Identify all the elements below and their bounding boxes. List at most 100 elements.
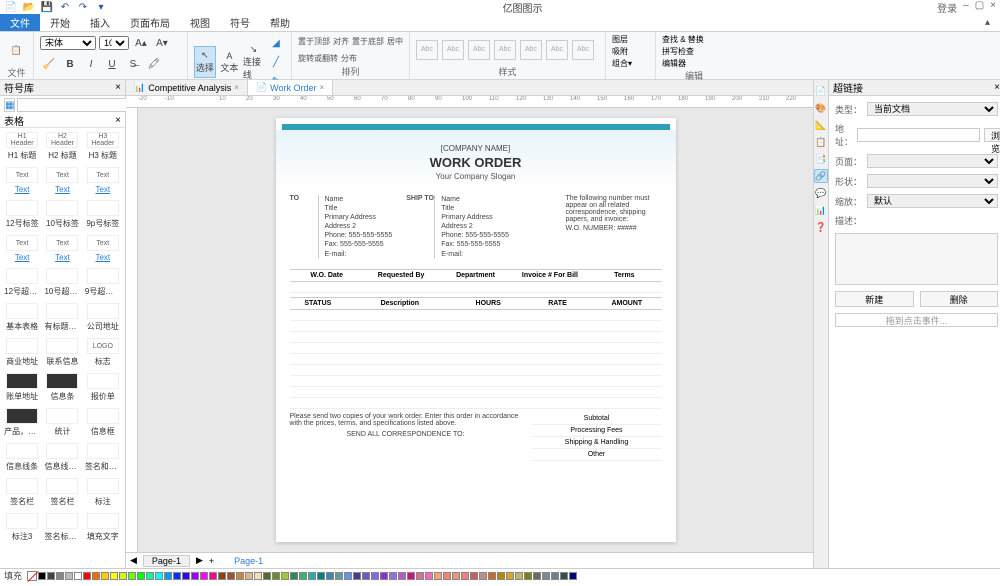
- lib-item[interactable]: 标注: [85, 478, 121, 507]
- color-swatch[interactable]: [308, 572, 316, 580]
- rstrip-icon-8[interactable]: ❓: [814, 220, 828, 234]
- color-swatch[interactable]: [335, 572, 343, 580]
- paste-button[interactable]: 📋: [6, 34, 27, 66]
- arrange-top[interactable]: 置于顶部: [298, 36, 330, 47]
- lib-item[interactable]: 基本表格: [4, 303, 40, 332]
- lib-item[interactable]: 账单地址: [4, 373, 40, 402]
- color-swatch[interactable]: [92, 572, 100, 580]
- lib-item[interactable]: H1 HeaderH1 标题: [4, 132, 40, 161]
- arrange-distribute[interactable]: 分布: [341, 53, 357, 64]
- lib-item[interactable]: 签名栏: [44, 478, 80, 507]
- arrange-rotate[interactable]: 旋转或翻转: [298, 53, 338, 64]
- qat-redo-icon[interactable]: ↷: [76, 1, 90, 13]
- color-swatch[interactable]: [416, 572, 424, 580]
- rstrip-icon-4[interactable]: 📑: [814, 152, 828, 166]
- color-swatch[interactable]: [551, 572, 559, 580]
- color-swatch[interactable]: [407, 572, 415, 580]
- lib-item[interactable]: 信息框: [85, 408, 121, 437]
- style-7[interactable]: Abc: [572, 40, 594, 60]
- rstrip-icon-3[interactable]: 📋: [814, 135, 828, 149]
- color-swatch[interactable]: [398, 572, 406, 580]
- lib-item[interactable]: 报价单: [85, 373, 121, 402]
- font-size-select[interactable]: 10: [99, 36, 129, 50]
- color-swatch[interactable]: [560, 572, 568, 580]
- arrange-bottom[interactable]: 置于底部: [352, 36, 384, 47]
- italic-icon[interactable]: I: [82, 55, 100, 73]
- lib-item[interactable]: 9p号标签: [85, 200, 121, 229]
- lib-item[interactable]: 10号标签: [44, 200, 80, 229]
- lib-item[interactable]: 9号超链接: [85, 268, 121, 297]
- color-swatch[interactable]: [47, 572, 55, 580]
- events-hint[interactable]: 拖到点击事件...: [835, 313, 998, 327]
- desc-area[interactable]: [835, 233, 998, 285]
- rstrip-icon-1[interactable]: 🎨: [814, 101, 828, 115]
- color-swatch[interactable]: [128, 572, 136, 580]
- lib-item[interactable]: LOGO标志: [85, 338, 121, 367]
- color-swatch[interactable]: [461, 572, 469, 580]
- color-swatch[interactable]: [164, 572, 172, 580]
- rstrip-icon-2[interactable]: 📐: [814, 118, 828, 132]
- color-swatch[interactable]: [371, 572, 379, 580]
- color-swatch[interactable]: [497, 572, 505, 580]
- lib-item[interactable]: TextText: [4, 167, 40, 194]
- lib-item[interactable]: 签名和日期: [85, 443, 121, 472]
- color-swatch[interactable]: [137, 572, 145, 580]
- color-swatch[interactable]: [173, 572, 181, 580]
- addr-input[interactable]: [857, 128, 980, 142]
- qat-print-icon[interactable]: ▾: [94, 1, 108, 13]
- color-swatch[interactable]: [506, 572, 514, 580]
- menu-page-layout[interactable]: 页面布局: [120, 14, 180, 31]
- color-swatch[interactable]: [182, 572, 190, 580]
- color-swatch[interactable]: [74, 572, 82, 580]
- lib-item[interactable]: 信息线条2: [44, 443, 80, 472]
- style-6[interactable]: Abc: [546, 40, 568, 60]
- color-swatch[interactable]: [83, 572, 91, 580]
- color-swatch[interactable]: [317, 572, 325, 580]
- lib-item[interactable]: 联系信息: [44, 338, 80, 367]
- color-swatch[interactable]: [353, 572, 361, 580]
- color-swatch[interactable]: [56, 572, 64, 580]
- connector-tool[interactable]: ↘连接线: [243, 46, 264, 78]
- highlight-icon[interactable]: 🖍: [145, 55, 163, 73]
- color-swatch[interactable]: [65, 572, 73, 580]
- lib-item[interactable]: H3 HeaderH3 标题: [85, 132, 121, 161]
- color-swatch[interactable]: [470, 572, 478, 580]
- qat-open-icon[interactable]: 📂: [22, 1, 36, 13]
- color-swatch[interactable]: [281, 572, 289, 580]
- select-tool[interactable]: ↖选择: [194, 46, 216, 78]
- canvas[interactable]: [COMPANY NAME] WORK ORDER Your Company S…: [138, 108, 813, 552]
- color-swatch[interactable]: [542, 572, 550, 580]
- page-next[interactable]: ▶: [196, 555, 203, 566]
- font-name-select[interactable]: 宋体: [40, 36, 96, 50]
- font-decrease-icon[interactable]: A▾: [153, 34, 171, 52]
- layer-btn[interactable]: 图层: [612, 34, 628, 45]
- page-prev[interactable]: ◀: [130, 555, 137, 566]
- symbol-search-input[interactable]: [17, 98, 140, 112]
- color-swatch[interactable]: [209, 572, 217, 580]
- doc-tab-0[interactable]: 📊 Competitive Analysis ×: [126, 80, 248, 95]
- zoom-select[interactable]: 默认: [867, 194, 998, 208]
- text-tool[interactable]: A文本: [219, 46, 240, 78]
- menu-help[interactable]: 帮助: [260, 14, 300, 31]
- arrange-align[interactable]: 对齐: [333, 36, 349, 47]
- lib-item[interactable]: 填充文字: [85, 513, 121, 542]
- no-fill-icon[interactable]: [27, 571, 37, 581]
- color-swatch[interactable]: [227, 572, 235, 580]
- color-swatch[interactable]: [119, 572, 127, 580]
- color-swatch[interactable]: [434, 572, 442, 580]
- hyperlink-close-icon[interactable]: ×: [994, 82, 1000, 93]
- bold-icon[interactable]: B: [61, 55, 79, 73]
- browse-button[interactable]: 浏览: [984, 128, 1000, 142]
- color-swatch[interactable]: [569, 572, 577, 580]
- menu-insert[interactable]: 插入: [80, 14, 120, 31]
- snap-btn[interactable]: 吸附: [612, 46, 628, 57]
- rstrip-icon-6[interactable]: 💬: [814, 186, 828, 200]
- lib-item[interactable]: H2 HeaderH2 标题: [44, 132, 80, 161]
- shape-select[interactable]: [867, 174, 998, 188]
- clear-format-icon[interactable]: 🧹: [40, 55, 58, 73]
- style-3[interactable]: Abc: [468, 40, 490, 60]
- color-swatch[interactable]: [191, 572, 199, 580]
- lib-item[interactable]: 公司地址: [85, 303, 121, 332]
- page-select[interactable]: [867, 154, 998, 168]
- color-swatch[interactable]: [236, 572, 244, 580]
